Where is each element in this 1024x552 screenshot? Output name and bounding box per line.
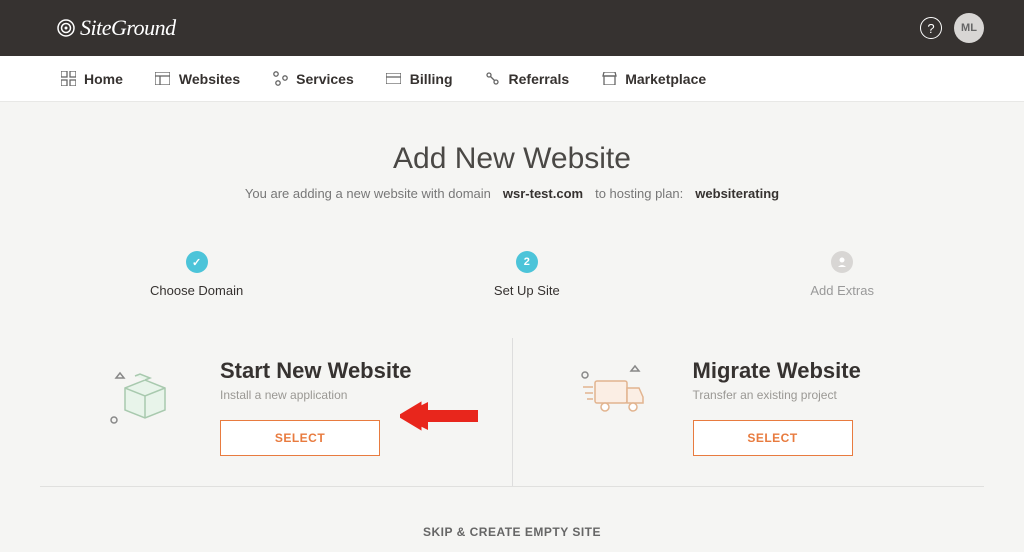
nav-home[interactable]: Home [60, 71, 123, 87]
nav-label: Services [296, 71, 354, 87]
main-content: Add New Website You are adding a new web… [0, 102, 1024, 539]
websites-icon [155, 71, 171, 87]
brand-logo[interactable]: SiteGround [56, 15, 176, 41]
step-label: Choose Domain [150, 283, 243, 298]
nav-label: Marketplace [625, 71, 706, 87]
option-migrate: Migrate Website Transfer an existing pro… [513, 338, 985, 486]
step-number-icon: 2 [516, 251, 538, 273]
page-title: Add New Website [20, 142, 1004, 176]
subtitle-prefix: You are adding a new website with domain [245, 186, 491, 201]
select-start-new-button[interactable]: SELECT [220, 420, 380, 456]
option-subtitle: Transfer an existing project [693, 388, 935, 402]
wizard-stepper: ✓ Choose Domain 2 Set Up Site Add Extras [150, 251, 874, 298]
nav-label: Websites [179, 71, 240, 87]
new-site-box-icon [100, 358, 180, 428]
domain-value: wsr-test.com [503, 186, 583, 201]
nav-marketplace[interactable]: Marketplace [601, 71, 706, 87]
user-avatar[interactable]: ML [954, 13, 984, 43]
nav-services[interactable]: Services [272, 71, 354, 87]
nav-label: Billing [410, 71, 453, 87]
nav-websites[interactable]: Websites [155, 71, 240, 87]
top-actions: ? ML [920, 13, 984, 43]
nav-label: Referrals [509, 71, 570, 87]
step-add-extras: Add Extras [810, 251, 874, 298]
annotation-arrow-icon [400, 396, 480, 441]
option-title: Start New Website [220, 358, 462, 384]
step-inactive-icon [831, 251, 853, 273]
plan-value: websiterating [695, 186, 779, 201]
step-choose-domain: ✓ Choose Domain [150, 251, 243, 298]
billing-icon [386, 71, 402, 87]
services-icon [272, 71, 288, 87]
nav-billing[interactable]: Billing [386, 71, 453, 87]
home-grid-icon [60, 71, 76, 87]
marketplace-icon [601, 71, 617, 87]
divider [40, 486, 984, 487]
main-nav: Home Websites Services Billing Referrals… [0, 56, 1024, 102]
logo-swirl-icon [56, 18, 76, 38]
subtitle-mid: to hosting plan: [595, 186, 683, 201]
top-header: SiteGround ? ML [0, 0, 1024, 56]
select-migrate-button[interactable]: SELECT [693, 420, 853, 456]
logo-text: SiteGround [80, 15, 176, 41]
option-body: Migrate Website Transfer an existing pro… [693, 358, 935, 456]
migrate-truck-icon [573, 358, 653, 428]
setup-options: Start New Website Install a new applicat… [40, 338, 984, 486]
help-icon[interactable]: ? [920, 17, 942, 39]
nav-referrals[interactable]: Referrals [485, 71, 570, 87]
step-label: Set Up Site [494, 283, 560, 298]
skip-create-empty-link[interactable]: SKIP & CREATE EMPTY SITE [20, 525, 1004, 539]
option-title: Migrate Website [693, 358, 935, 384]
step-setup-site: 2 Set Up Site [494, 251, 560, 298]
referrals-icon [485, 71, 501, 87]
check-icon: ✓ [186, 251, 208, 273]
page-subtitle: You are adding a new website with domain… [20, 186, 1004, 201]
nav-label: Home [84, 71, 123, 87]
step-label: Add Extras [810, 283, 874, 298]
